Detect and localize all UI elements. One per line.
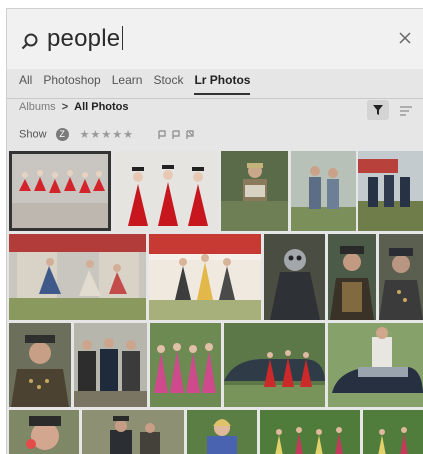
photo-thumbnail[interactable] xyxy=(114,151,219,231)
search-icon xyxy=(21,33,39,56)
photo-thumbnail[interactable] xyxy=(328,234,376,320)
star-rating-filter[interactable]: ★★★★★ xyxy=(80,129,134,141)
tab-lr-photos[interactable]: Lr Photos xyxy=(194,73,251,95)
search-input[interactable]: people xyxy=(47,25,124,53)
tab-stock[interactable]: Stock xyxy=(153,73,183,93)
photo-thumbnail[interactable] xyxy=(82,410,184,454)
photo-thumbnail[interactable] xyxy=(328,323,423,407)
photo-thumbnail[interactable] xyxy=(264,234,325,320)
breadcrumb: Albums > All Photos xyxy=(19,101,129,113)
search-panel: people All Photoshop Learn Stock Lr Photos A… xyxy=(6,8,423,454)
photo-thumbnail[interactable] xyxy=(9,410,79,454)
photo-thumbnail[interactable] xyxy=(221,151,288,231)
tabs-divider xyxy=(7,98,423,99)
photo-thumbnail[interactable] xyxy=(358,151,423,231)
photo-thumbnail[interactable] xyxy=(9,234,146,320)
photo-thumbnail[interactable] xyxy=(150,323,221,407)
photo-thumbnail[interactable] xyxy=(291,151,356,231)
flag-rejected-icon[interactable] xyxy=(185,129,195,140)
photo-thumbnail[interactable] xyxy=(9,323,71,407)
pick-status-icon[interactable]: Z xyxy=(55,128,69,141)
filter-row: Show Z ★★★★★ xyxy=(19,128,195,144)
flag-filters xyxy=(157,129,195,140)
breadcrumb-separator: > xyxy=(61,101,69,113)
photo-thumbnail[interactable] xyxy=(379,234,423,320)
filter-button[interactable] xyxy=(367,100,389,120)
breadcrumb-current: All Photos xyxy=(74,101,129,113)
close-icon[interactable] xyxy=(399,31,411,49)
photo-grid xyxy=(7,151,423,454)
tab-all[interactable]: All xyxy=(19,73,32,93)
flag-picked-icon[interactable] xyxy=(157,129,167,140)
photo-thumbnail[interactable] xyxy=(363,410,423,454)
breadcrumb-albums[interactable]: Albums xyxy=(19,101,56,113)
flag-unflagged-icon[interactable] xyxy=(171,129,181,140)
tab-photoshop[interactable]: Photoshop xyxy=(43,73,100,93)
photo-thumbnail[interactable] xyxy=(224,323,325,407)
photo-thumbnail[interactable] xyxy=(9,151,111,231)
tab-bar: All Photoshop Learn Stock Lr Photos xyxy=(19,71,261,99)
funnel-icon xyxy=(373,105,383,115)
show-label: Show xyxy=(19,128,47,141)
photo-thumbnail[interactable] xyxy=(187,410,257,454)
photo-thumbnail[interactable] xyxy=(260,410,360,454)
sort-icon[interactable] xyxy=(399,104,413,122)
search-bar[interactable]: people xyxy=(7,9,423,69)
photo-thumbnail[interactable] xyxy=(149,234,261,320)
tab-learn[interactable]: Learn xyxy=(112,73,143,93)
photo-thumbnail[interactable] xyxy=(74,323,147,407)
